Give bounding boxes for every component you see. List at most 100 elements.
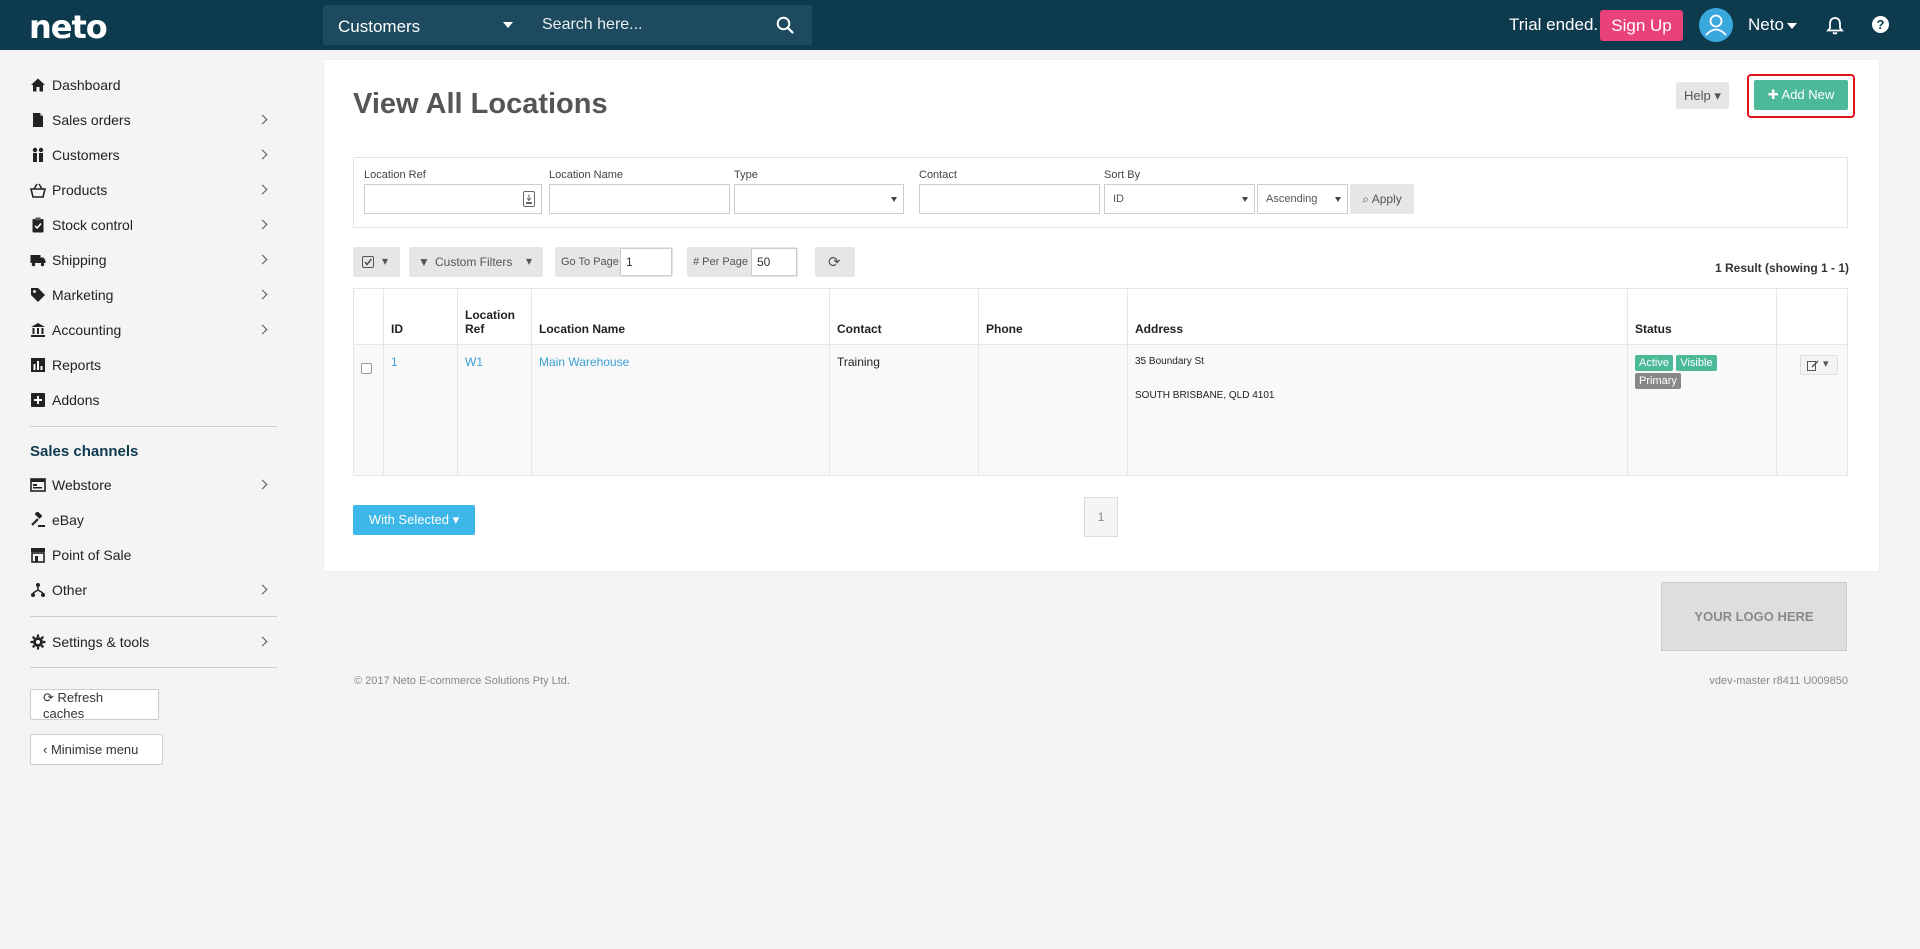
sidebar-divider <box>30 667 277 668</box>
sidebar-item-customers[interactable]: Customers <box>30 145 278 169</box>
sidebar-item-accounting[interactable]: Accounting <box>30 320 278 344</box>
sidebar-item-stock-control[interactable]: Stock control <box>30 215 278 239</box>
sidebar-item-other[interactable]: Other <box>30 580 278 604</box>
header-phone[interactable]: Phone <box>978 288 1128 345</box>
webstore-icon <box>30 478 46 492</box>
sidebar-divider <box>30 426 277 427</box>
help-icon[interactable]: ? <box>1872 16 1889 33</box>
sidebar-item-ebay[interactable]: eBay <box>30 510 278 534</box>
header-status[interactable]: Status <box>1627 288 1777 345</box>
sidebar-divider <box>30 616 277 617</box>
with-selected-button[interactable]: With Selected ▾ <box>353 505 475 535</box>
chevron-right-icon <box>257 289 268 300</box>
apply-filters-button[interactable]: ⌕ Apply <box>1350 184 1414 214</box>
footer-version: vdev-master r8411 U009850 <box>1709 675 1848 687</box>
bell-icon[interactable] <box>1826 16 1844 35</box>
chevron-down-icon <box>1787 23 1797 29</box>
sidebar-item-label: Customers <box>52 147 120 163</box>
basket-icon <box>30 183 46 198</box>
go-to-page-label: Go To Page <box>561 256 619 268</box>
status-badge: Visible <box>1676 355 1717 371</box>
minimise-menu-button[interactable]: ‹ Minimise menu <box>30 734 163 765</box>
sidebar-item-dashboard[interactable]: Dashboard <box>30 75 278 99</box>
header-address[interactable]: Address <box>1127 288 1628 345</box>
sort-by-value: ID <box>1113 193 1124 205</box>
chevron-right-icon <box>257 149 268 160</box>
row-ref-link[interactable]: W1 <box>465 355 483 369</box>
sidebar-item-marketing[interactable]: Marketing <box>30 285 278 309</box>
refresh-button[interactable]: ⟳ <box>815 247 855 277</box>
help-dropdown-button[interactable]: Help ▾ <box>1676 82 1729 109</box>
row-ref-cell: W1 <box>457 344 532 476</box>
custom-filters-button[interactable]: ▼ Custom Filters ▾ <box>409 247 543 277</box>
sidebar-item-sales-orders[interactable]: Sales orders <box>30 110 278 134</box>
page-title: View All Locations <box>353 88 608 120</box>
search-icon: ⌕ <box>1362 191 1370 206</box>
sidebar-item-label: Webstore <box>52 477 112 493</box>
chevron-right-icon <box>257 324 268 335</box>
header-id[interactable]: ID <box>383 288 458 345</box>
sign-up-button[interactable]: Sign Up <box>1600 10 1683 41</box>
top-navbar: neto Customers Trial ended. Sign Up Neto… <box>0 0 1920 50</box>
bank-icon <box>31 323 45 337</box>
network-icon <box>31 583 45 597</box>
filter-panel: Location Ref Location Name Type Contact … <box>353 157 1848 228</box>
sidebar-item-products[interactable]: Products <box>30 180 278 204</box>
sidebar-item-settings-tools[interactable]: Settings & tools <box>30 632 278 656</box>
row-id-link[interactable]: 1 <box>391 355 398 369</box>
pagination-page[interactable]: 1 <box>1084 497 1118 537</box>
avatar[interactable] <box>1699 8 1733 42</box>
chevron-right-icon <box>257 114 268 125</box>
global-search: Customers <box>323 5 812 45</box>
add-new-label: Add New <box>1781 87 1835 102</box>
header-contact[interactable]: Contact <box>829 288 979 345</box>
plus-icon: ✚ <box>1767 87 1779 102</box>
search-input[interactable] <box>529 5 812 45</box>
sidebar: Dashboard Sales orders Customers Product… <box>0 50 290 949</box>
header-location-ref[interactable]: Location Ref <box>457 288 532 345</box>
caret-down-icon <box>1335 197 1341 202</box>
custom-filters-label: Custom Filters <box>435 255 513 269</box>
table-header-row: ID Location Ref Location Name Contact Ph… <box>353 288 1848 345</box>
go-to-page-input[interactable]: 1 <box>620 248 672 276</box>
contact-input[interactable] <box>919 184 1100 214</box>
user-menu[interactable]: Neto <box>1748 15 1784 35</box>
refresh-caches-button[interactable]: ⟳ Refresh caches <box>30 689 159 721</box>
sidebar-item-reports[interactable]: Reports <box>30 355 278 379</box>
locations-table: ID Location Ref Location Name Contact Ph… <box>353 288 1848 476</box>
sidebar-item-point-of-sale[interactable]: Point of Sale <box>30 545 278 569</box>
row-edit-dropdown[interactable]: ▾ <box>1800 355 1838 375</box>
tag-icon <box>31 288 45 302</box>
sidebar-item-webstore[interactable]: Webstore <box>30 475 278 499</box>
sidebar-item-label: Stock control <box>52 217 133 233</box>
location-name-input[interactable] <box>549 184 730 214</box>
users-icon <box>32 147 44 162</box>
header-location-ref-line1: Location <box>465 308 515 322</box>
search-icon[interactable] <box>776 16 794 34</box>
sort-by-select[interactable]: ID <box>1104 184 1255 214</box>
footer-copyright: © 2017 Neto E-commerce Solutions Pty Ltd… <box>354 675 570 687</box>
truck-icon <box>30 255 46 267</box>
gear-icon <box>30 634 46 650</box>
sidebar-item-shipping[interactable]: Shipping <box>30 250 278 274</box>
header-location-name[interactable]: Location Name <box>531 288 830 345</box>
row-id-cell: 1 <box>383 344 458 476</box>
checkbox-icon <box>362 256 374 268</box>
neto-logo[interactable]: neto <box>29 8 108 46</box>
row-name-link[interactable]: Main Warehouse <box>539 355 629 369</box>
sidebar-item-addons[interactable]: Addons <box>30 390 278 414</box>
sort-order-select[interactable]: Ascending <box>1257 184 1348 214</box>
row-contact-cell: Training <box>829 344 979 476</box>
caret-down-icon: ▾ <box>1823 358 1829 370</box>
trial-status: Trial ended. <box>1509 15 1599 34</box>
select-all-dropdown[interactable]: ▾ <box>353 247 400 277</box>
row-checkbox[interactable] <box>361 363 372 374</box>
add-new-button[interactable]: ✚ Add New <box>1754 80 1848 110</box>
type-select[interactable] <box>734 184 904 214</box>
caret-down-icon: ▾ <box>452 512 460 527</box>
sidebar-item-label: Other <box>52 582 88 598</box>
location-ref-input[interactable] <box>364 184 542 214</box>
search-scope-select[interactable]: Customers <box>323 5 529 45</box>
per-page-input[interactable]: 50 <box>751 248 797 276</box>
filter-icon: ▼ <box>418 255 430 269</box>
